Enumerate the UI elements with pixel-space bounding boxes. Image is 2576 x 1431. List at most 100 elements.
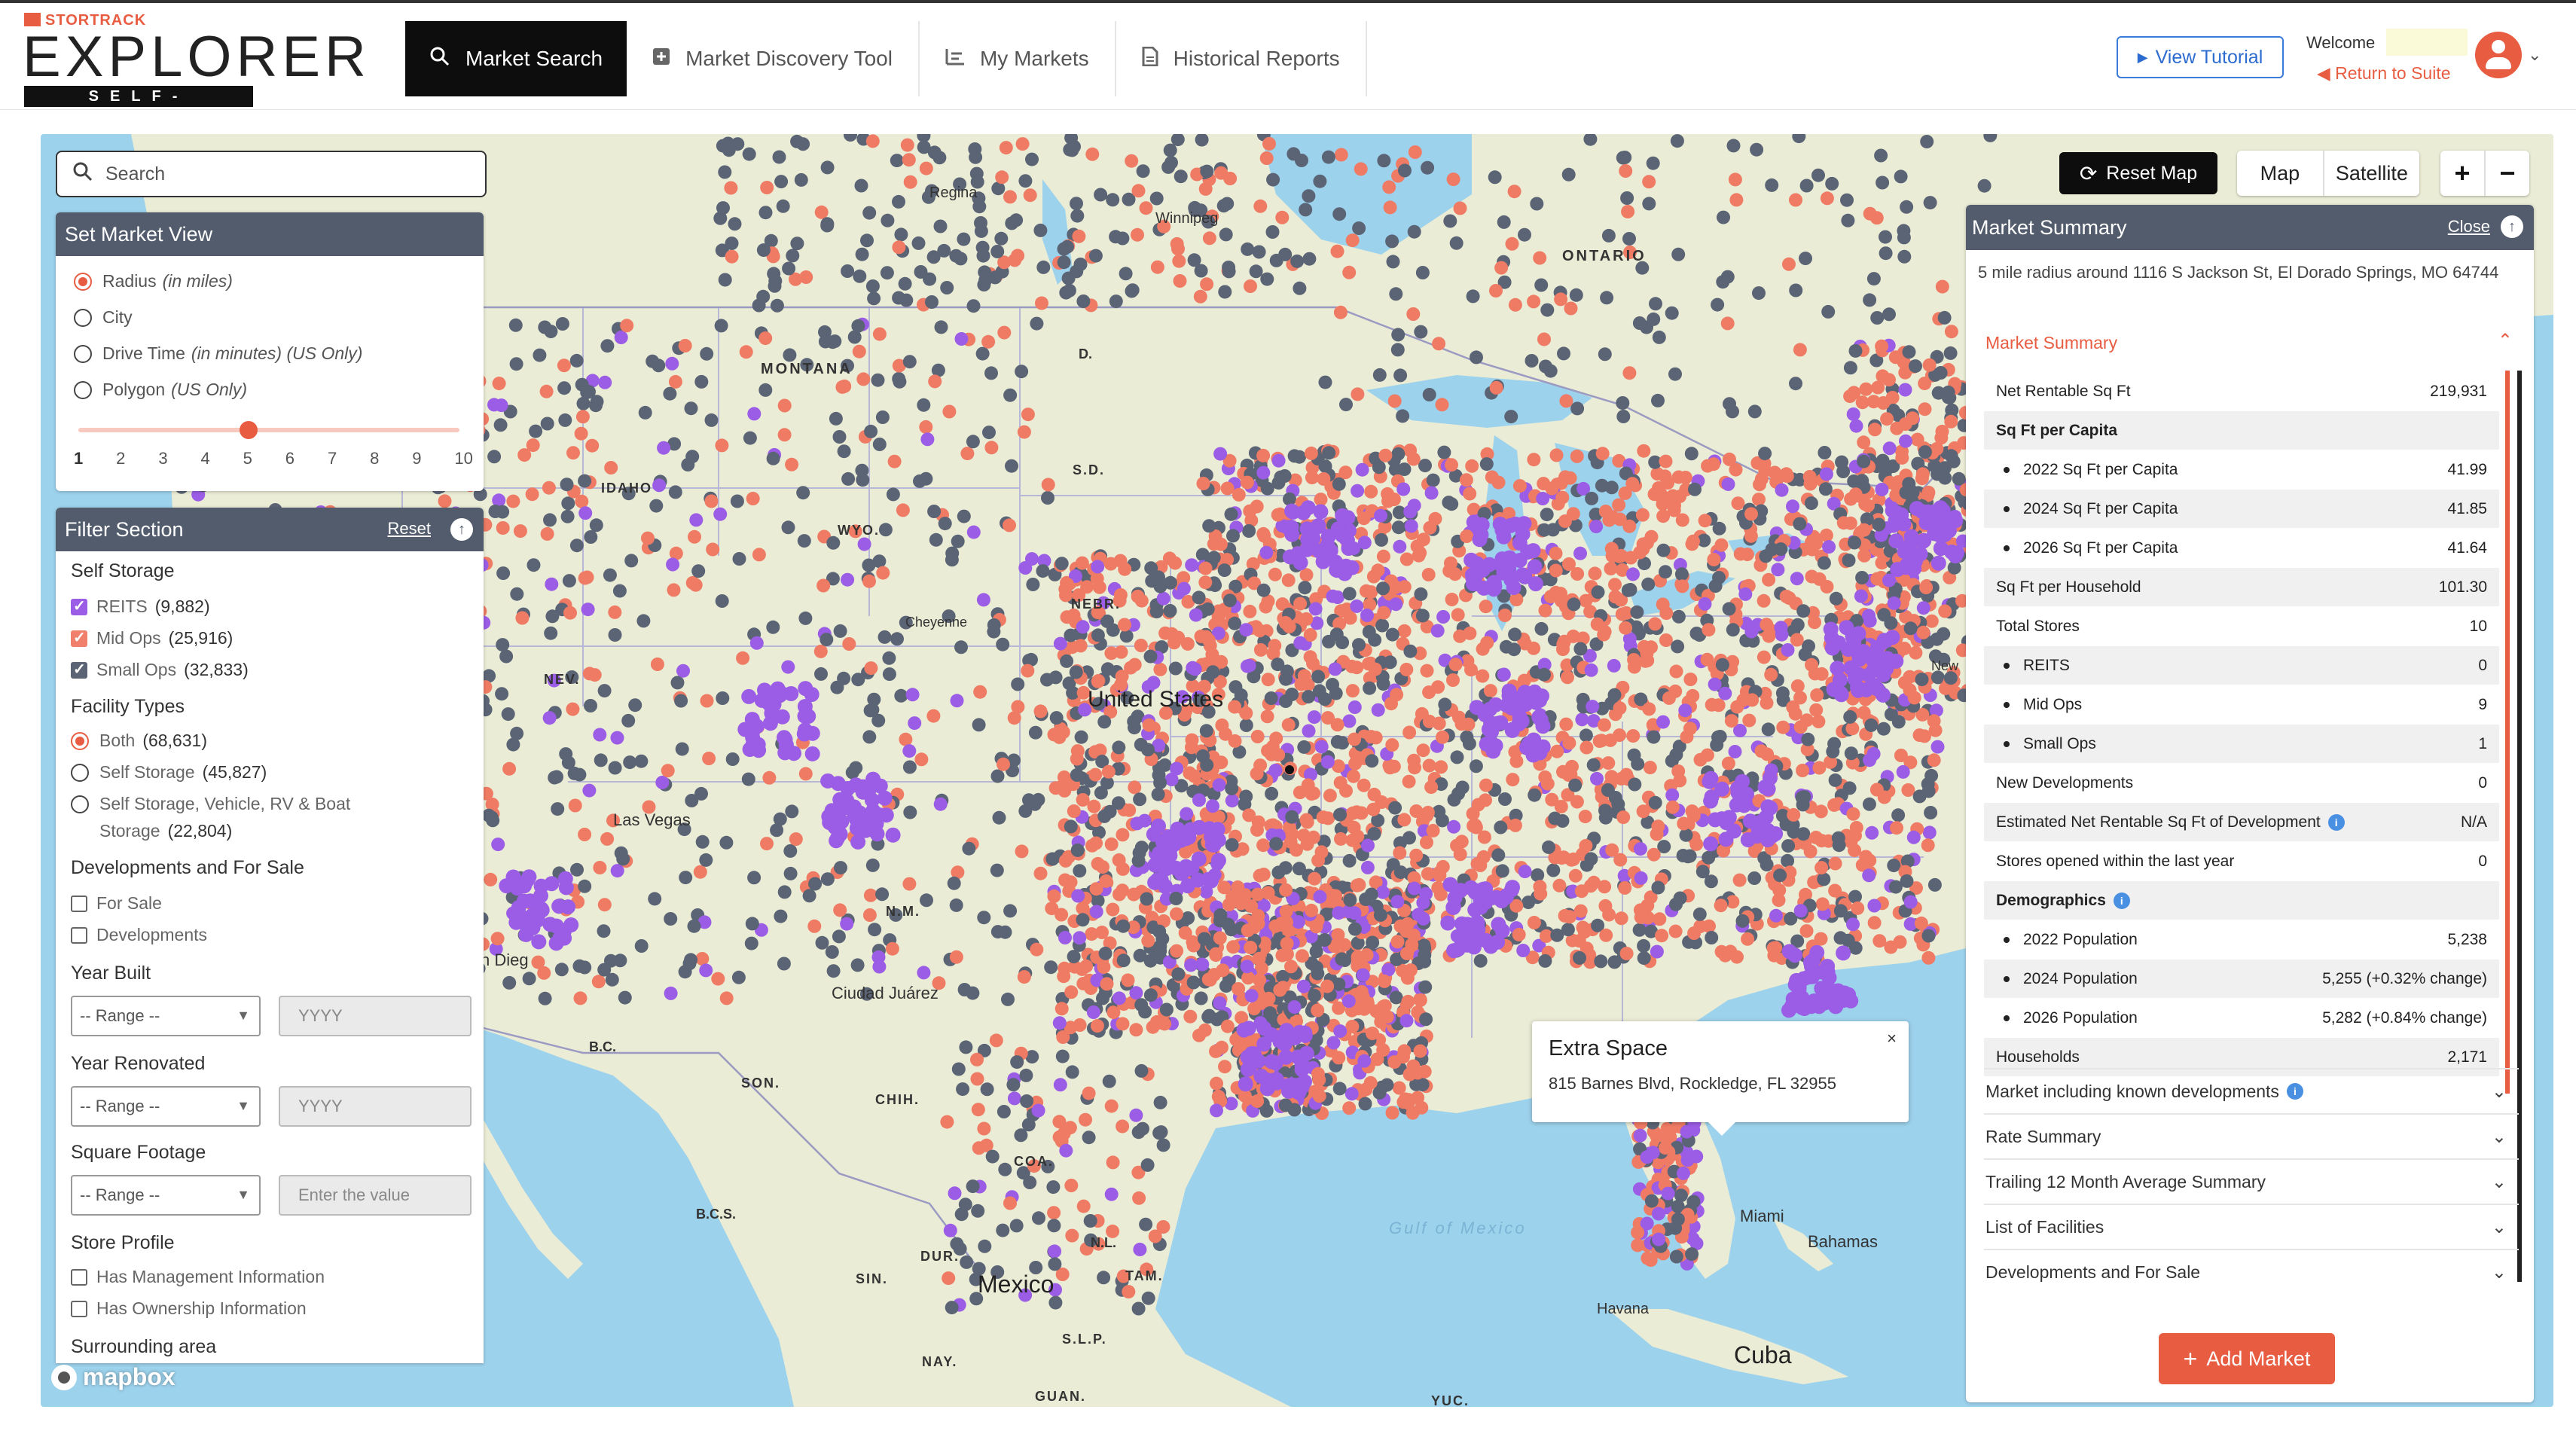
facility-marker[interactable]: [917, 398, 931, 412]
facility-marker[interactable]: [1242, 808, 1256, 822]
facility-marker[interactable]: [438, 494, 452, 508]
facility-marker[interactable]: [1752, 286, 1766, 301]
facility-marker[interactable]: [1057, 1126, 1071, 1140]
facility-marker[interactable]: [1015, 365, 1029, 379]
facility-marker[interactable]: [1232, 487, 1246, 502]
facility-marker[interactable]: [1406, 307, 1421, 321]
facility-marker[interactable]: [894, 227, 908, 242]
facility-marker[interactable]: [1202, 519, 1216, 533]
facility-marker[interactable]: [1399, 1014, 1414, 1028]
facility-marker[interactable]: [1250, 767, 1264, 781]
facility-marker[interactable]: [1378, 974, 1391, 988]
facility-marker[interactable]: [1372, 368, 1387, 382]
facility-marker[interactable]: [1361, 838, 1375, 853]
facility-marker[interactable]: [1885, 502, 1900, 518]
facility-marker[interactable]: [1131, 184, 1146, 198]
facility-marker[interactable]: [774, 175, 789, 189]
facility-marker[interactable]: [699, 853, 713, 867]
facility-marker[interactable]: [538, 991, 552, 1005]
facility-marker[interactable]: [917, 966, 931, 980]
facility-marker[interactable]: [1470, 350, 1483, 365]
facility-marker[interactable]: [1140, 1158, 1155, 1172]
facility-marker[interactable]: [1631, 1238, 1645, 1253]
facility-marker[interactable]: [1589, 520, 1604, 534]
facility-marker[interactable]: [1557, 346, 1570, 361]
facility-marker[interactable]: [1228, 616, 1242, 630]
facility-marker[interactable]: [1224, 507, 1238, 521]
facility-marker[interactable]: [1104, 837, 1119, 851]
facility-marker[interactable]: [1658, 1141, 1672, 1155]
facility-marker[interactable]: [1846, 807, 1860, 821]
facility-marker[interactable]: [1139, 201, 1153, 215]
facility-marker[interactable]: [1041, 491, 1055, 505]
facility-marker[interactable]: [1241, 923, 1255, 938]
facility-marker[interactable]: [1680, 1153, 1695, 1167]
facility-marker[interactable]: [1825, 176, 1839, 191]
facility-marker[interactable]: [1252, 951, 1266, 966]
facility-marker[interactable]: [990, 769, 1005, 783]
facility-marker[interactable]: [1569, 288, 1583, 302]
facility-marker[interactable]: [1271, 658, 1285, 672]
facility-marker[interactable]: [682, 957, 697, 971]
facility-marker[interactable]: [881, 213, 895, 227]
facility-marker[interactable]: [1446, 673, 1460, 687]
facility-marker[interactable]: [1642, 702, 1656, 716]
facility-marker[interactable]: [1116, 919, 1131, 933]
facility-marker[interactable]: [685, 575, 700, 590]
facility-marker[interactable]: [1730, 700, 1744, 714]
facility-marker[interactable]: [1055, 1049, 1070, 1063]
facility-marker[interactable]: [1442, 496, 1456, 510]
facility-marker[interactable]: [1330, 244, 1344, 258]
facility-marker[interactable]: [1056, 1030, 1070, 1044]
facility-marker[interactable]: [826, 535, 841, 550]
facility-marker[interactable]: [1758, 447, 1772, 461]
facility-marker[interactable]: [1048, 1244, 1062, 1259]
facility-marker[interactable]: [1729, 193, 1744, 207]
facility-marker[interactable]: [1180, 878, 1195, 894]
facility-marker[interactable]: [694, 786, 708, 801]
facility-marker[interactable]: [1789, 283, 1803, 297]
facility-marker[interactable]: [777, 885, 792, 899]
facility-marker[interactable]: [1260, 272, 1274, 286]
facility-marker[interactable]: [1633, 545, 1647, 560]
facility-marker[interactable]: [1469, 820, 1483, 834]
facility-marker[interactable]: [899, 732, 913, 746]
facility-marker[interactable]: [996, 637, 1010, 651]
facility-marker[interactable]: [1774, 542, 1788, 557]
facility-marker[interactable]: [1714, 811, 1729, 827]
facility-marker[interactable]: [820, 160, 835, 175]
facility-marker[interactable]: [1554, 292, 1568, 307]
facility-marker[interactable]: [1326, 1036, 1341, 1050]
facility-marker[interactable]: [1600, 291, 1614, 305]
facility-marker[interactable]: [1789, 193, 1802, 207]
facility-marker[interactable]: [1256, 448, 1271, 462]
facility-marker[interactable]: [608, 628, 622, 642]
facility-marker[interactable]: [1239, 789, 1253, 804]
facility-marker[interactable]: [1048, 1295, 1063, 1310]
facility-marker[interactable]: [718, 165, 732, 179]
facility-marker[interactable]: [1413, 1044, 1427, 1058]
facility-marker[interactable]: [1141, 934, 1155, 948]
facility-marker[interactable]: [533, 348, 547, 362]
facility-marker[interactable]: [1641, 577, 1656, 591]
facility-marker[interactable]: [1387, 759, 1401, 773]
facility-marker[interactable]: [868, 923, 882, 937]
facility-marker[interactable]: [1243, 604, 1257, 618]
facility-marker[interactable]: [1688, 482, 1702, 496]
facility-marker[interactable]: [1116, 1119, 1130, 1134]
facility-marker[interactable]: [1471, 798, 1485, 812]
facility-marker[interactable]: [1702, 850, 1716, 865]
facility-marker[interactable]: [1718, 831, 1734, 847]
facility-marker[interactable]: [613, 953, 627, 968]
facility-marker[interactable]: [1173, 274, 1187, 288]
facility-marker[interactable]: [1262, 991, 1276, 1005]
facility-marker[interactable]: [1666, 489, 1680, 503]
facility-marker[interactable]: [1900, 874, 1914, 888]
facility-marker[interactable]: [1097, 715, 1112, 729]
facility-marker[interactable]: [1662, 691, 1676, 705]
facility-marker[interactable]: [1814, 667, 1829, 681]
facility-marker[interactable]: [1031, 1103, 1045, 1118]
facility-marker[interactable]: [1207, 551, 1221, 565]
facility-marker[interactable]: [919, 471, 933, 486]
facility-marker[interactable]: [1417, 938, 1431, 953]
